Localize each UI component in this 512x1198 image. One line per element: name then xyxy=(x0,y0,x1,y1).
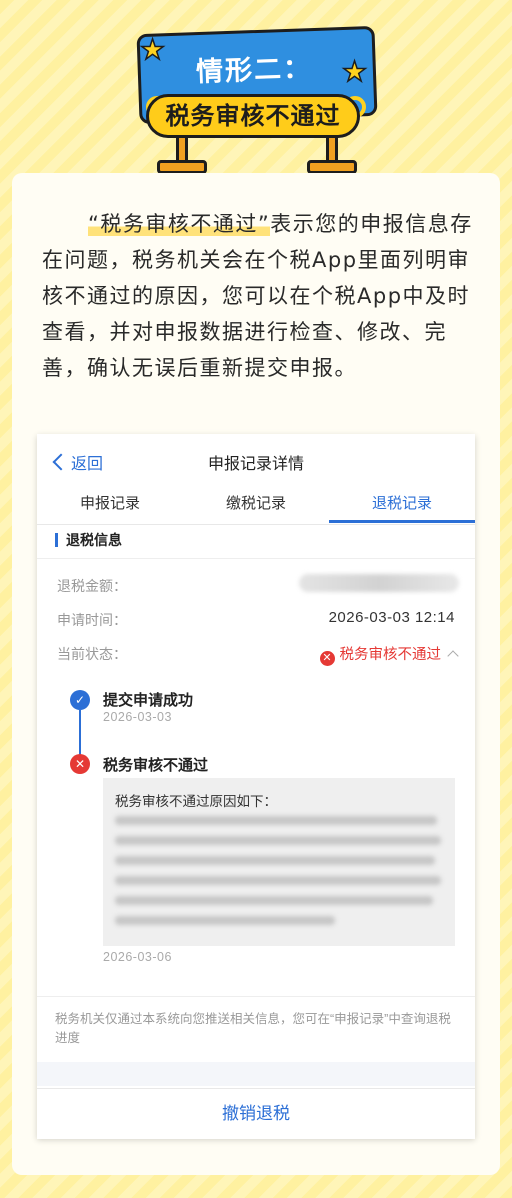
star-icon: ★ xyxy=(341,55,368,88)
timeline-step-title: 提交申请成功 xyxy=(103,692,194,709)
redacted-reason-line xyxy=(115,916,335,925)
nav-bar: 返回 申报记录详情 xyxy=(37,434,475,484)
sign-foot xyxy=(307,160,357,174)
tab-payment-records[interactable]: 缴税记录 xyxy=(183,486,329,522)
tab-declaration-records[interactable]: 申报记录 xyxy=(37,486,183,522)
time-value: 2026-03-03 12:14 xyxy=(328,609,455,626)
redacted-reason-line xyxy=(115,876,441,885)
time-label: 申请时间： xyxy=(57,612,127,628)
check-icon: ✓ xyxy=(70,690,90,710)
status-value[interactable]: ✕ 税务审核不通过 xyxy=(319,643,459,666)
app-screenshot: 返回 申报记录详情 申报记录 缴税记录 退税记录 退税信息 退税金额： 申请时间… xyxy=(37,434,475,1139)
tab-bar: 申报记录 缴税记录 退税记录 xyxy=(37,486,475,525)
reason-title: 税务审核不通过原因如下： xyxy=(115,794,277,809)
divider xyxy=(37,558,475,559)
amount-label: 退税金额： xyxy=(57,578,127,594)
intro-quote: “税务审核不通过” xyxy=(88,212,271,236)
timeline-step-title: 税务审核不通过 xyxy=(103,757,209,774)
bottom-spacer xyxy=(37,1062,475,1086)
timeline-step-date: 2026-03-03 xyxy=(103,710,172,724)
redacted-reason-line xyxy=(115,816,437,825)
star-icon: ★ xyxy=(139,33,166,66)
status-label: 当前状态： xyxy=(57,646,127,662)
sign-title: 情形二： xyxy=(195,52,313,89)
divider xyxy=(37,996,475,997)
section-title: 退税信息 xyxy=(55,530,122,550)
redacted-reason-line xyxy=(115,856,435,865)
active-tab-indicator xyxy=(329,520,475,523)
status-text: 税务审核不通过 xyxy=(339,647,442,663)
redacted-reason-line xyxy=(115,896,433,905)
amount-value-redacted xyxy=(299,574,459,592)
reason-box: 税务审核不通过原因如下： xyxy=(103,778,455,946)
intro-paragraph: “税务审核不通过”表示您的申报信息存在问题，税务机关会在个税App里面列明审核不… xyxy=(42,206,478,386)
close-circle-icon: ✕ xyxy=(319,651,335,666)
cancel-refund-button[interactable]: 撤销退税 xyxy=(37,1088,475,1139)
chevron-up-icon xyxy=(447,650,459,662)
close-icon: ✕ xyxy=(70,754,90,774)
sign-subtitle: 税务审核不通过 xyxy=(146,94,360,138)
timeline-step-date: 2026-03-06 xyxy=(103,950,172,964)
page-title: 申报记录详情 xyxy=(207,456,304,473)
sign-foot xyxy=(157,160,207,174)
redacted-reason-line xyxy=(115,836,441,845)
tab-refund-records[interactable]: 退税记录 xyxy=(329,486,475,522)
scenario-sign: 情形二： ★ ★ 税务审核不通过 xyxy=(0,0,512,180)
notice-text: 税务机关仅通过本系统向您推送相关信息，您可在“申报记录”中查询退税进度 xyxy=(55,1012,451,1045)
